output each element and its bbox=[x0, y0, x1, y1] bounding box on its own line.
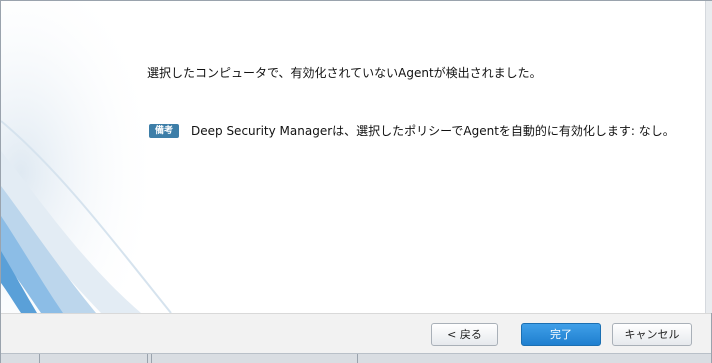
wizard-content-panel: 選択したコンピュータで、有効化されていないAgentが検出されました。 備考 D… bbox=[1, 1, 705, 313]
edge-divider bbox=[147, 354, 148, 363]
wizard-footer: < 戻る 完了 キャンセル bbox=[1, 313, 711, 354]
note-label-badge: 備考 bbox=[149, 124, 179, 138]
edge-divider bbox=[151, 354, 152, 363]
edge-divider bbox=[357, 354, 358, 363]
detection-message: 選択したコンピュータで、有効化されていないAgentが検出されました。 bbox=[147, 66, 542, 80]
underlying-window-edge bbox=[1, 353, 711, 363]
edge-divider bbox=[39, 354, 40, 363]
cancel-button[interactable]: キャンセル bbox=[612, 323, 692, 346]
right-edge-strip bbox=[705, 1, 712, 313]
back-button[interactable]: < 戻る bbox=[431, 323, 498, 346]
finish-button[interactable]: 完了 bbox=[521, 323, 601, 346]
decorative-swoosh-graphic bbox=[1, 1, 201, 313]
note-text: Deep Security Managerは、選択したポリシーでAgentを自動… bbox=[191, 124, 675, 138]
